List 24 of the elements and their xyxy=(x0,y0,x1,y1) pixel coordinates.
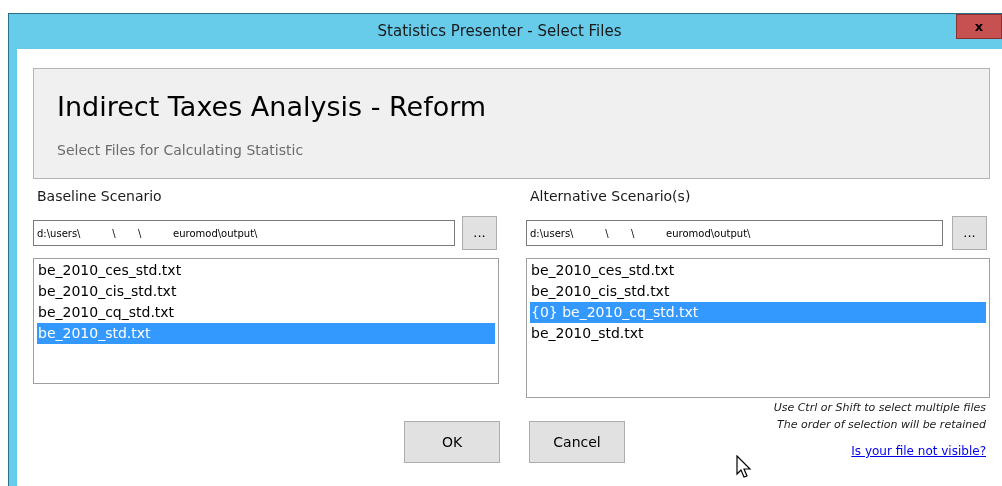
file-list[interactable]: be_2010_ces_std.txt be_2010_cis_std.txt be_2010_cq_std.txt be_2010_std.txt xyxy=(33,258,499,384)
hint-text: The order of selection will be retained xyxy=(776,417,986,433)
browse-button[interactable]: ... xyxy=(462,216,497,250)
mouse-pointer-icon xyxy=(736,455,752,479)
file-list-item[interactable]: be_2010_cis_std.txt xyxy=(530,281,986,302)
browse-button[interactable]: ... xyxy=(952,216,987,250)
help-link[interactable]: Is your file not visible? xyxy=(851,442,986,460)
section-label: Baseline Scenario xyxy=(36,187,163,206)
close-button[interactable]: x xyxy=(956,14,1002,39)
file-list-item[interactable]: be_2010_ces_std.txt xyxy=(530,260,986,281)
cancel-button[interactable]: Cancel xyxy=(529,421,625,463)
file-list-item[interactable]: be_2010_cq_std.txt xyxy=(37,302,495,323)
file-list-item[interactable]: be_2010_std.txt xyxy=(530,323,986,344)
section-label: Alternative Scenario(s) xyxy=(529,187,692,206)
ok-button[interactable]: OK xyxy=(404,421,500,463)
window-title: Statistics Presenter - Select Files xyxy=(377,21,622,43)
file-list-item[interactable]: be_2010_ces_std.txt xyxy=(37,260,495,281)
header-title: Indirect Taxes Analysis - Reform xyxy=(57,90,488,124)
hint-text: Use Ctrl or Shift to select multiple files xyxy=(773,400,986,416)
file-list[interactable]: be_2010_ces_std.txt be_2010_cis_std.txt {0} be_2010_cq_std.txt be_2010_std.txt xyxy=(526,258,990,398)
header-subtitle: Select Files for Calculating Statistic xyxy=(57,140,305,160)
file-list-item[interactable]: be_2010_cis_std.txt xyxy=(37,281,495,302)
path-field[interactable]: d:\users\ \ \ euromod\output\ xyxy=(526,220,943,246)
path-field[interactable]: d:\users\ \ \ euromod\output\ xyxy=(33,220,455,246)
